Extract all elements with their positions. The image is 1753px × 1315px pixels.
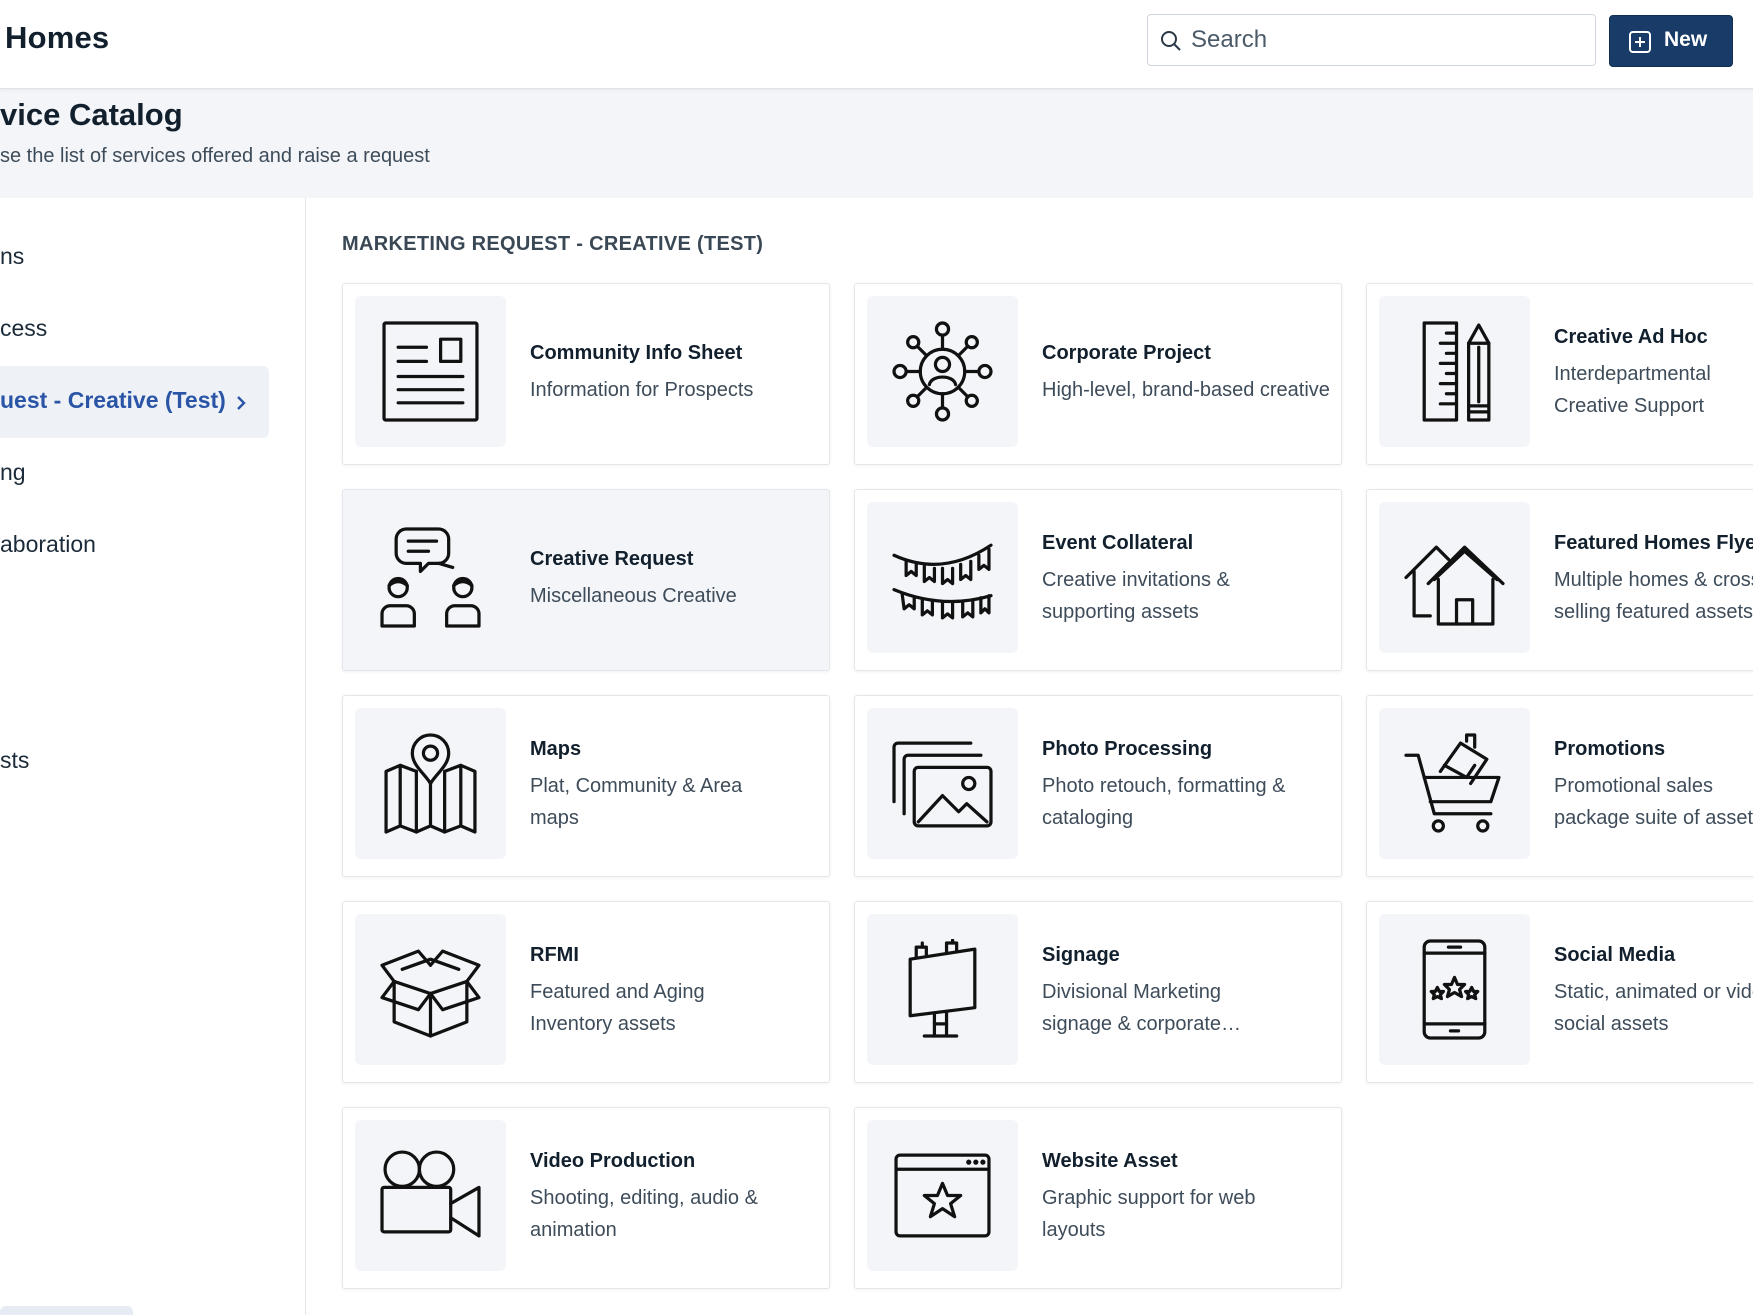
sidebar-item-label: uest - Creative (Test) (0, 387, 226, 413)
sidebar-item-active[interactable]: uest - Creative (Test) (0, 366, 269, 438)
catalog-card-maps[interactable]: Maps Plat, Community & Area maps (342, 695, 830, 877)
cart-house-icon (1404, 733, 1501, 833)
card-icon-box (355, 502, 506, 653)
card-title: Community Info Sheet (530, 342, 743, 364)
card-title: Website Asset (1042, 1150, 1178, 1172)
sidebar-item[interactable]: ns (0, 222, 269, 294)
sidebar-item-label: aboration (0, 531, 96, 557)
card-description: Multiple homes & cross selling featured … (1554, 569, 1753, 623)
card-title: Photo Processing (1042, 738, 1213, 760)
card-icon-box (355, 296, 506, 447)
box-icon (380, 949, 481, 1038)
top-bar: Homes New (0, 0, 1753, 89)
card-icon-box (355, 914, 506, 1065)
sidebar-item-label: ns (0, 243, 25, 269)
card-title: Creative Request (530, 548, 694, 570)
card-description: Plat, Community & Area maps (530, 775, 743, 829)
catalog-card-creative-request[interactable]: Creative Request Miscellaneous Creative (342, 489, 830, 671)
catalog-card-photo-processing[interactable]: Photo Processing Photo retouch, formatti… (854, 695, 1342, 877)
card-description: Shooting, editing, audio & animation (530, 1187, 758, 1241)
card-title: Featured Homes Flyer (1554, 532, 1753, 554)
card-icon-box (355, 1120, 506, 1271)
card-icon-box (1379, 708, 1530, 859)
card-icon-box (1379, 502, 1530, 653)
search-icon (1161, 31, 1181, 51)
sidebar-item[interactable]: sts (0, 726, 269, 798)
video-camera-icon (380, 1150, 481, 1238)
new-button[interactable]: New (1609, 15, 1733, 67)
card-description: Promotional sales package suite of asset… (1554, 775, 1753, 829)
sidebar-item[interactable]: ng (0, 438, 269, 510)
catalog-card-website-asset[interactable]: Website Asset Graphic support for web la… (854, 1107, 1342, 1289)
card-title: Social Media (1554, 944, 1676, 966)
sidebar-item-label: ng (0, 459, 26, 485)
catalog-card-event-collateral[interactable]: Event Collateral Creative invitations & … (854, 489, 1342, 671)
chat-people-icon (380, 527, 481, 628)
card-title: Event Collateral (1042, 532, 1194, 554)
page-header: vice Catalog se the list of services off… (0, 89, 1753, 198)
catalog-card-creative-ad-hoc[interactable]: Creative Ad Hoc Interdepartmental Creati… (1366, 283, 1753, 465)
plus-square-icon (1629, 31, 1651, 53)
page-subtitle: se the list of services offered and rais… (0, 145, 430, 167)
card-description: Graphic support for web layouts (1042, 1187, 1256, 1241)
sidebar: ns cess uest - Creative (Test) ng aborat… (0, 198, 306, 1315)
phone-stars-icon (1422, 939, 1487, 1040)
catalog-card-featured-homes-flyer[interactable]: Featured Homes Flyer Multiple homes & cr… (1366, 489, 1753, 671)
card-icon-box (867, 502, 1018, 653)
catalog-card-promotions[interactable]: Promotions Promotional sales package sui… (1366, 695, 1753, 877)
ruler-pencil-icon (1422, 321, 1491, 422)
card-description: High-level, brand-based creative (1042, 379, 1330, 401)
bunting-icon (892, 543, 993, 620)
search-box[interactable] (1147, 14, 1596, 66)
map-pin-icon (384, 733, 477, 834)
card-title: Creative Ad Hoc (1554, 326, 1708, 348)
catalog-card-video-production[interactable]: Video Production Shooting, editing, audi… (342, 1107, 830, 1289)
page-title: vice Catalog (0, 97, 183, 132)
document-icon (382, 321, 479, 422)
sidebar-item-label: sts (0, 747, 30, 773)
card-description: Divisional Marketing signage & corporate… (1042, 981, 1242, 1035)
section-title: MARKETING REQUEST - CREATIVE (TEST) (342, 233, 764, 255)
sidebar-item[interactable]: cess (0, 294, 269, 366)
app-title: Homes (5, 20, 110, 55)
catalog-card-signage[interactable]: Signage Divisional Marketing signage & c… (854, 901, 1342, 1083)
catalog-card-social-media[interactable]: Social Media Static, animated or video s… (1366, 901, 1753, 1083)
houses-icon (1404, 545, 1505, 626)
catalog-card-community-info-sheet[interactable]: Community Info Sheet Information for Pro… (342, 283, 830, 465)
billboard-icon (908, 939, 977, 1038)
card-title: RFMI (530, 944, 579, 966)
card-icon-box (867, 708, 1018, 859)
card-icon-box (867, 296, 1018, 447)
search-input[interactable] (1191, 23, 1581, 57)
card-description: Interdepartmental Creative Support (1554, 363, 1711, 417)
card-icon-box (867, 1120, 1018, 1271)
card-title: Maps (530, 738, 582, 760)
card-title: Video Production (530, 1150, 696, 1172)
card-description: Miscellaneous Creative (530, 585, 737, 607)
catalog-card-rfmi[interactable]: RFMI Featured and Aging Inventory assets (342, 901, 830, 1083)
chevron-right-icon (237, 396, 246, 410)
sidebar-bottom-button[interactable] (0, 1306, 133, 1315)
card-description: Photo retouch, formatting & cataloging (1042, 775, 1286, 829)
card-title: Corporate Project (1042, 342, 1211, 364)
card-description: Creative invitations & supporting assets (1042, 569, 1230, 623)
sidebar-item-label: cess (0, 315, 48, 341)
card-description: Information for Prospects (530, 379, 754, 401)
browser-star-icon (894, 1153, 991, 1238)
card-description: Featured and Aging Inventory assets (530, 981, 705, 1035)
photos-icon (892, 741, 993, 828)
card-title: Promotions (1554, 738, 1666, 760)
card-description: Static, animated or video social assets (1554, 981, 1753, 1035)
card-icon-box (867, 914, 1018, 1065)
card-icon-box (1379, 914, 1530, 1065)
sidebar-item[interactable]: aboration (0, 510, 269, 582)
network-person-icon (892, 321, 993, 422)
card-title: Signage (1042, 944, 1120, 966)
catalog-card-corporate-project[interactable]: Corporate Project High-level, brand-base… (854, 283, 1342, 465)
card-icon-box (1379, 296, 1530, 447)
new-button-label: New (1664, 28, 1708, 51)
card-icon-box (355, 708, 506, 859)
viewport: Homes New vice Catalog se the list of se… (0, 0, 1753, 1315)
